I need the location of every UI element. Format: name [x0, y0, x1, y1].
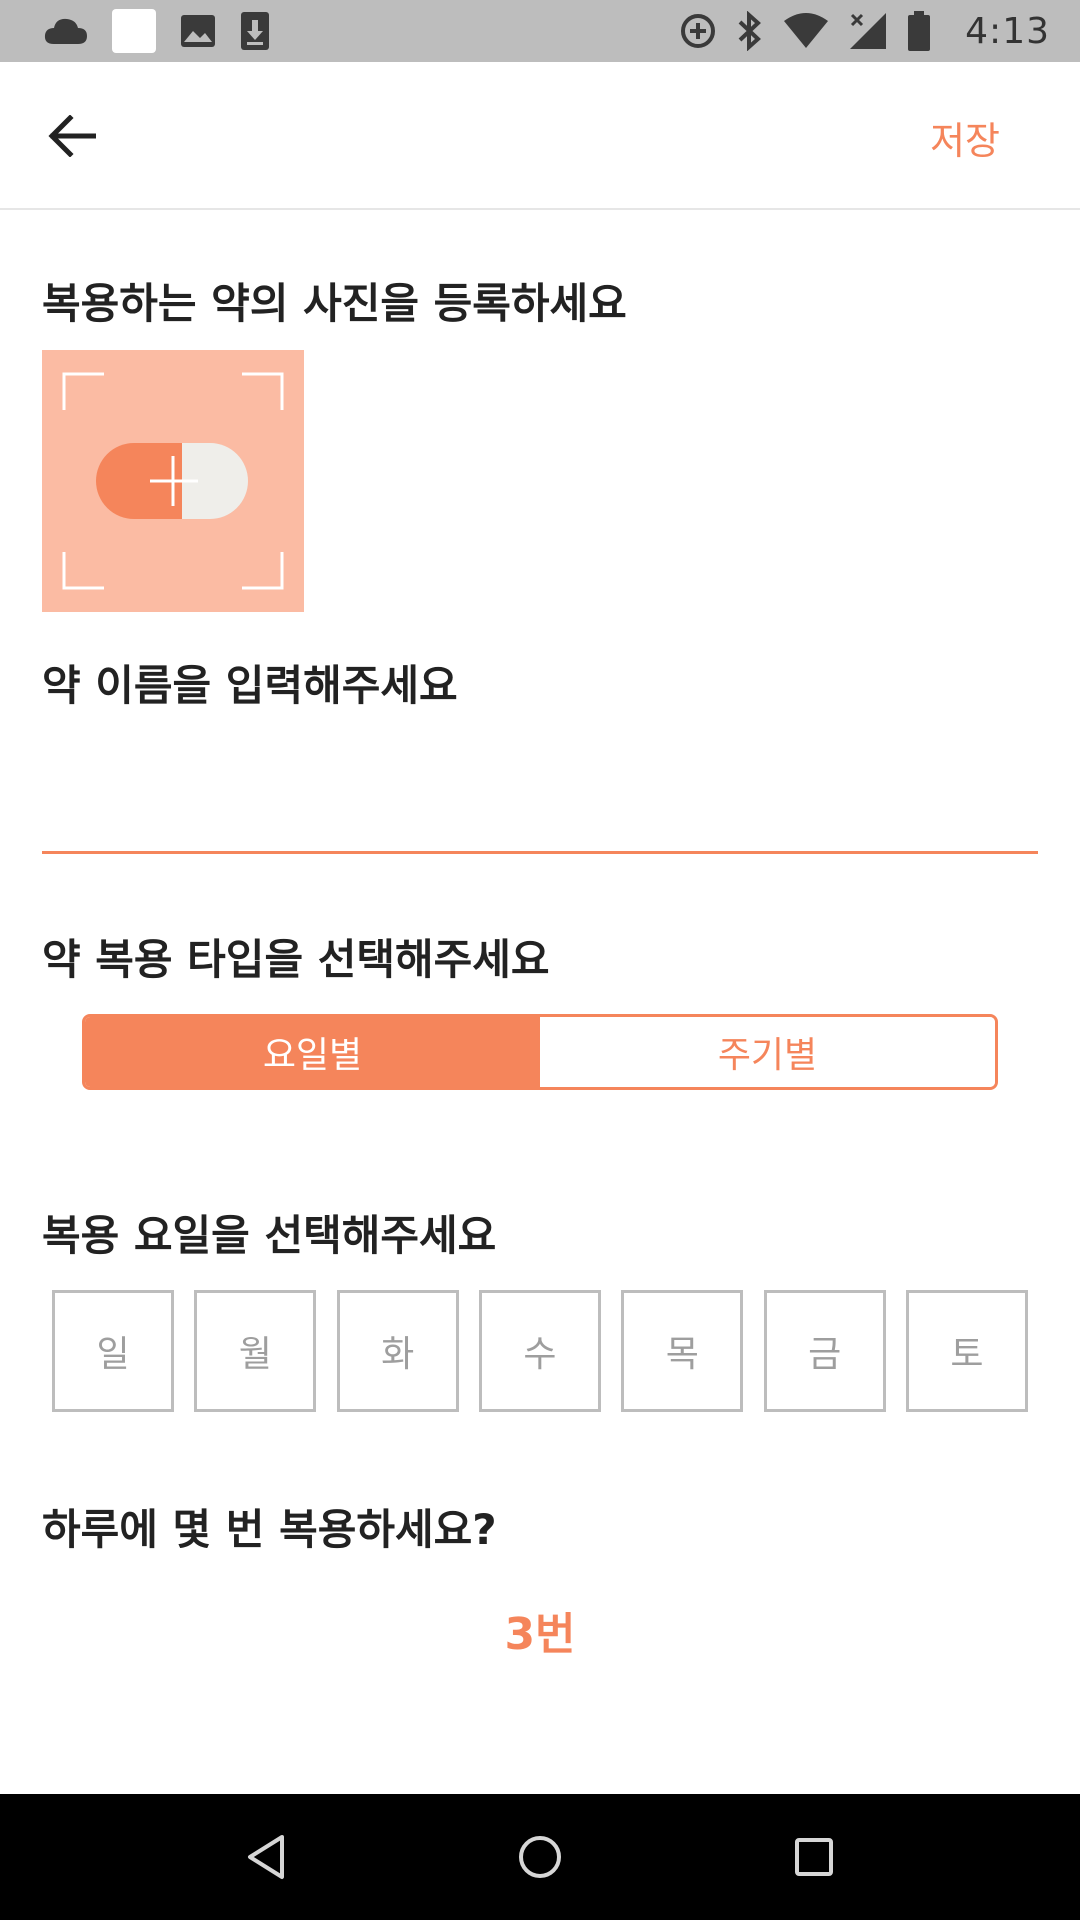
data-saver-icon: [681, 14, 716, 48]
signal-icon: [850, 13, 887, 49]
medicine-name-input[interactable]: [42, 736, 1038, 854]
recents-nav-icon[interactable]: [792, 1835, 836, 1879]
wifi-icon: [784, 13, 829, 48]
home-nav-icon[interactable]: [516, 1833, 564, 1881]
day-fri[interactable]: 금: [763, 1290, 886, 1412]
type-section-title: 약 복용 타입을 선택해주세요: [42, 935, 550, 984]
intake-type-toggle: 요일별 주기별: [82, 1014, 998, 1090]
notification-square-icon: [112, 9, 156, 53]
option-by-weekday[interactable]: 요일별: [85, 1017, 540, 1087]
clock: 4:13: [965, 10, 1050, 52]
name-section-title: 약 이름을 입력해주세요: [42, 661, 458, 710]
day-sun[interactable]: 일: [52, 1290, 174, 1412]
download-icon: [241, 12, 269, 50]
battery-icon: [908, 11, 931, 51]
day-wed[interactable]: 수: [478, 1290, 601, 1412]
day-sat[interactable]: 토: [905, 1290, 1028, 1412]
status-bar: 4:13: [0, 0, 1080, 62]
bluetooth-icon: [738, 11, 762, 51]
frequency-count[interactable]: 3번: [0, 1598, 1080, 1662]
navigation-bar: [0, 1794, 1080, 1920]
back-nav-icon[interactable]: [244, 1833, 288, 1881]
image-icon: [181, 15, 215, 47]
add-pill-photo-icon: [62, 372, 284, 590]
clipped-list-row: [0, 1720, 1080, 1740]
weekday-selector: 일 월 화 수 목 금 토: [52, 1290, 1028, 1412]
cloud-icon: [44, 18, 87, 44]
photo-section-title: 복용하는 약의 사진을 등록하세요: [42, 279, 627, 328]
app-bar: 저장: [0, 62, 1080, 210]
add-photo-button[interactable]: [42, 350, 304, 612]
day-mon[interactable]: 월: [194, 1290, 317, 1412]
frequency-section-title: 하루에 몇 번 복용하세요?: [42, 1505, 497, 1554]
day-thu[interactable]: 목: [621, 1290, 744, 1412]
days-section-title: 복용 요일을 선택해주세요: [42, 1211, 497, 1260]
back-button[interactable]: [44, 108, 100, 164]
day-tue[interactable]: 화: [336, 1290, 459, 1412]
save-button[interactable]: 저장: [930, 110, 1000, 165]
option-by-interval[interactable]: 주기별: [540, 1017, 995, 1087]
back-arrow-icon: [48, 115, 96, 157]
